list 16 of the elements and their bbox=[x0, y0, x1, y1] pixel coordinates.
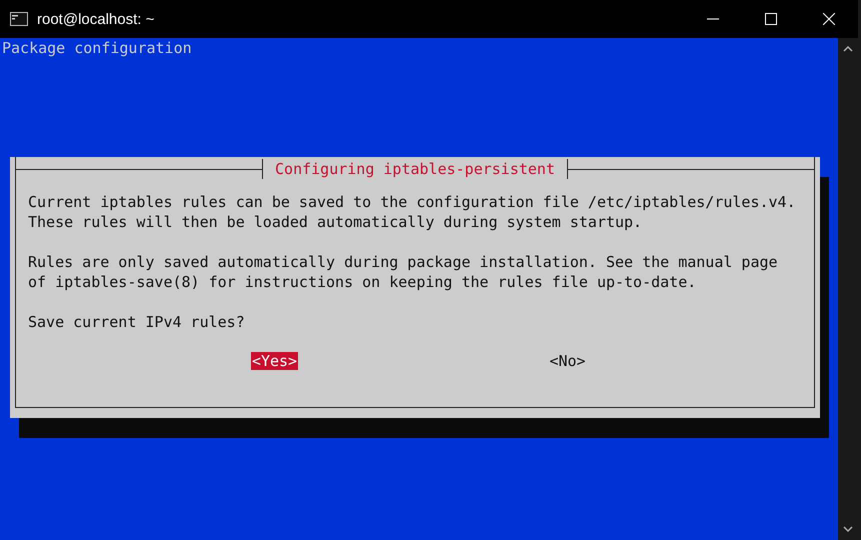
scroll-up-icon[interactable] bbox=[843, 46, 853, 52]
maximize-icon[interactable] bbox=[765, 13, 777, 25]
screen-header: Package configuration bbox=[1, 38, 192, 58]
window-title: root@localhost: ~ bbox=[37, 10, 154, 28]
dialog-text: Save current IPv4 rules? bbox=[28, 313, 245, 331]
close-icon[interactable] bbox=[823, 13, 835, 25]
dialog-text: Rules are only saved automatically during package installation. See the manual page bbox=[28, 253, 778, 271]
scroll-down-icon[interactable] bbox=[843, 526, 853, 532]
terminal-icon bbox=[10, 12, 28, 26]
scrollbar[interactable] bbox=[838, 38, 858, 540]
dialog-text: of iptables-save(8) for instructions on keeping the rules file up-to-date. bbox=[28, 273, 696, 291]
dialog-button[interactable]: <Yes> bbox=[250, 352, 298, 370]
dialog-title: Configuring iptables-persistent bbox=[275, 159, 555, 179]
dialog-text: Current iptables rules can be saved to the configuration file /etc/iptables/rules.v4. bbox=[28, 193, 796, 211]
dialog-text: These rules will then be loaded automatically during system startup. bbox=[28, 213, 642, 231]
dialog-button[interactable]: <No> bbox=[548, 352, 587, 370]
